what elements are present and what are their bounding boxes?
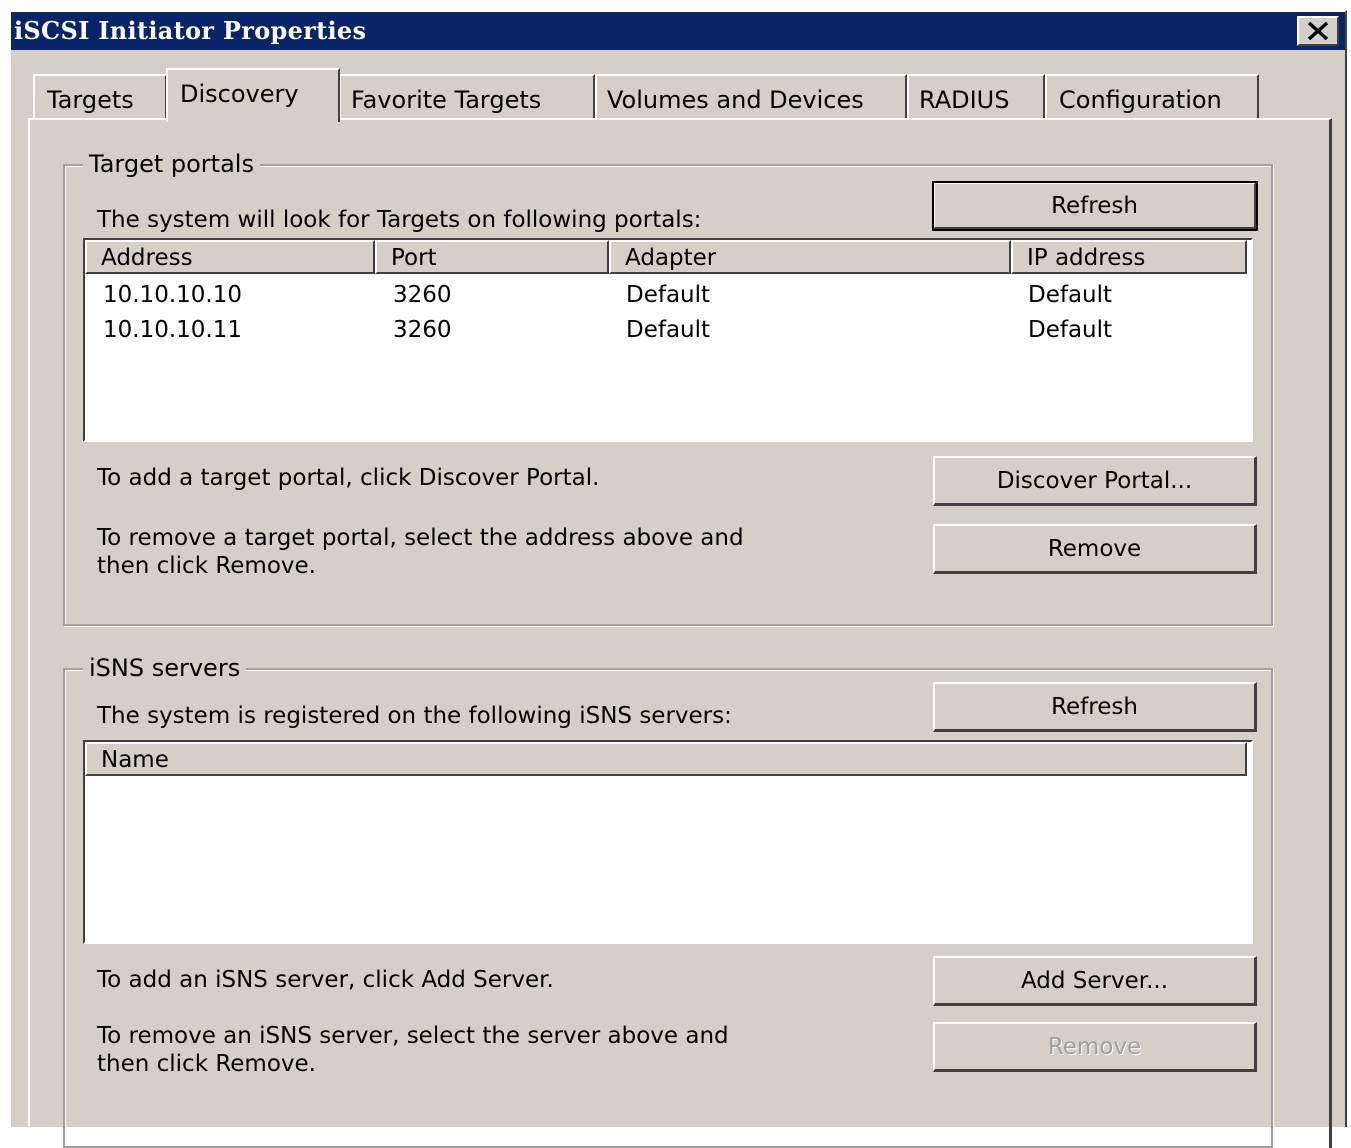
button-label: Refresh bbox=[1051, 693, 1138, 720]
remove-isns-server-button[interactable]: Remove bbox=[933, 1022, 1257, 1072]
isns-servers-list[interactable]: Name bbox=[83, 740, 1253, 944]
target-portals-description: The system will look for Targets on foll… bbox=[97, 207, 702, 233]
column-header-label: Port bbox=[391, 245, 437, 271]
cell-port: 3260 bbox=[393, 282, 452, 308]
target-portals-refresh-button[interactable]: Refresh bbox=[932, 181, 1258, 231]
cell-adapter: Default bbox=[626, 282, 711, 308]
cell-address: 10.10.10.11 bbox=[103, 317, 242, 343]
tab-label: RADIUS bbox=[919, 86, 1010, 114]
close-button[interactable] bbox=[1297, 16, 1339, 46]
tab-volumes-and-devices[interactable]: Volumes and Devices bbox=[595, 74, 907, 120]
tab-label: Favorite Targets bbox=[351, 86, 542, 114]
remove-isns-server-hint-line2: then click Remove. bbox=[97, 1051, 316, 1077]
tab-favorite-targets[interactable]: Favorite Targets bbox=[339, 74, 595, 120]
tab-label: Volumes and Devices bbox=[607, 86, 864, 114]
button-label: Discover Portal... bbox=[996, 467, 1193, 494]
column-header-label: Adapter bbox=[625, 245, 717, 271]
column-header-address[interactable]: Address bbox=[85, 240, 375, 274]
column-header-ip-address[interactable]: IP address bbox=[1011, 240, 1247, 274]
isns-servers-legend: iSNS servers bbox=[83, 654, 247, 682]
dialog-window: iSCSI Initiator Properties Targets Disco… bbox=[9, 10, 1347, 1148]
button-label: Remove bbox=[1047, 1033, 1142, 1060]
add-target-portal-hint: To add a target portal, click Discover P… bbox=[97, 465, 600, 491]
tab-targets[interactable]: Targets bbox=[33, 74, 167, 120]
cell-port: 3260 bbox=[393, 317, 452, 343]
target-portals-legend: Target portals bbox=[83, 150, 260, 178]
remove-target-portal-button[interactable]: Remove bbox=[933, 524, 1257, 574]
remove-isns-server-hint-line1: To remove an iSNS server, select the ser… bbox=[97, 1023, 729, 1049]
add-server-button[interactable]: Add Server... bbox=[933, 956, 1257, 1006]
column-header-adapter[interactable]: Adapter bbox=[609, 240, 1011, 274]
column-header-label: Name bbox=[101, 747, 169, 773]
tab-configuration[interactable]: Configuration bbox=[1045, 74, 1259, 120]
isns-refresh-button[interactable]: Refresh bbox=[933, 682, 1257, 732]
remove-target-portal-hint-line2: then click Remove. bbox=[97, 553, 316, 579]
remove-target-portal-hint-line1: To remove a target portal, select the ad… bbox=[97, 525, 744, 551]
cell-ip-address: Default bbox=[1028, 282, 1113, 308]
close-icon bbox=[1307, 21, 1329, 41]
cell-address: 10.10.10.10 bbox=[103, 282, 242, 308]
isns-servers-description: The system is registered on the followin… bbox=[97, 703, 732, 729]
tab-label: Configuration bbox=[1059, 86, 1222, 114]
column-header-label: IP address bbox=[1027, 245, 1146, 271]
window-title: iSCSI Initiator Properties bbox=[14, 16, 367, 45]
tab-label: Targets bbox=[47, 86, 134, 114]
button-label: Remove bbox=[1047, 535, 1142, 562]
tab-discovery[interactable]: Discovery bbox=[166, 68, 340, 122]
button-label: Refresh bbox=[1051, 192, 1138, 219]
column-header-name[interactable]: Name bbox=[85, 742, 1247, 776]
title-bar: iSCSI Initiator Properties bbox=[11, 12, 1345, 50]
cell-adapter: Default bbox=[626, 317, 711, 343]
tab-label: Discovery bbox=[180, 80, 299, 108]
cell-ip-address: Default bbox=[1028, 317, 1113, 343]
tab-radius[interactable]: RADIUS bbox=[907, 74, 1045, 120]
target-portals-list[interactable]: Address Port Adapter IP address 10.10.10… bbox=[83, 238, 1253, 442]
column-header-label: Address bbox=[101, 245, 193, 271]
button-label: Add Server... bbox=[1020, 967, 1169, 994]
discover-portal-button[interactable]: Discover Portal... bbox=[933, 456, 1257, 506]
add-isns-server-hint: To add an iSNS server, click Add Server. bbox=[97, 967, 554, 993]
column-header-port[interactable]: Port bbox=[375, 240, 609, 274]
